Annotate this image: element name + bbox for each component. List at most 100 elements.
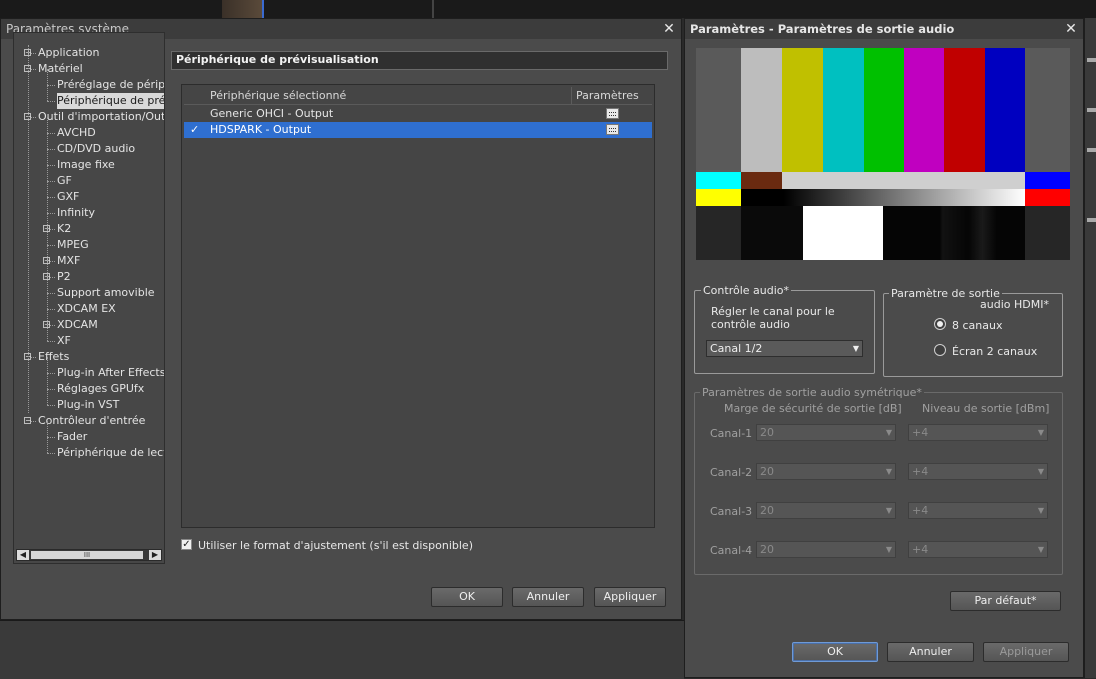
ok-button[interactable]: OK: [431, 587, 503, 607]
chevron-down-icon: ▼: [885, 467, 892, 476]
channel-margin-select[interactable]: 20 ▼: [756, 463, 896, 480]
channel-margin-select[interactable]: 20 ▼: [756, 424, 896, 441]
column-margin-label: Marge de sécurité de sortie [dB]: [724, 402, 902, 415]
tree-item[interactable]: Réglages GPUfx: [57, 381, 146, 397]
settings-tree[interactable]: + Application − Matériel Préréglage de périp…: [13, 32, 165, 564]
tree-item[interactable]: Périphérique de prévis: [57, 93, 164, 109]
tree-item[interactable]: Fader: [57, 429, 89, 445]
tree-item[interactable]: Contrôleur d'entrée: [38, 413, 147, 429]
channel-margin-select[interactable]: 20 ▼: [756, 502, 896, 519]
scroll-left-icon[interactable]: ◀: [17, 550, 29, 560]
tree-item[interactable]: Image fixe: [57, 157, 117, 173]
chevron-down-icon: ▼: [1037, 467, 1044, 476]
tree-item[interactable]: Plug-in VST: [57, 397, 121, 413]
tree-item[interactable]: Préréglage de périphé: [57, 77, 164, 93]
channel-label: Canal-2: [710, 466, 753, 479]
tree-item[interactable]: Application: [38, 45, 101, 61]
audio-control-desc-line1: Régler le canal pour le: [711, 305, 835, 318]
tree-item[interactable]: XDCAM: [57, 317, 100, 333]
tree-item[interactable]: GXF: [57, 189, 81, 205]
chevron-down-icon: ▼: [885, 506, 892, 515]
tree-item[interactable]: Outil d'importation/Outil d': [38, 109, 164, 125]
tree-item[interactable]: Périphérique de lectur: [57, 445, 164, 461]
tree-item[interactable]: MXF: [57, 253, 82, 269]
radio-2-channels[interactable]: [934, 344, 946, 356]
audio-control-desc-line2: contrôle audio: [711, 318, 790, 331]
use-adjust-format-checkbox[interactable]: ✓: [181, 539, 192, 550]
audio-control-group-label: Contrôle audio*: [701, 284, 792, 297]
audio-cancel-button[interactable]: Annuler: [887, 642, 974, 662]
close-icon[interactable]: ✕: [661, 19, 677, 39]
hdmi-output-sub-label: audio HDMI*: [980, 298, 1049, 311]
radio-8-channels[interactable]: [934, 318, 946, 330]
channel-label: Canal-3: [710, 505, 753, 518]
cancel-button[interactable]: Annuler: [512, 587, 584, 607]
tree-item[interactable]: Infinity: [57, 205, 97, 221]
device-row[interactable]: ✓ HDSPARK - Output: [184, 122, 652, 138]
tree-item[interactable]: Matériel: [38, 61, 85, 77]
scroll-right-icon[interactable]: ▶: [149, 550, 161, 560]
audio-control-group: [694, 290, 875, 374]
use-adjust-format-label: Utiliser le format d'ajustement (s'il es…: [198, 539, 473, 552]
channel-level-value: +4: [912, 426, 929, 439]
tree-item[interactable]: XF: [57, 333, 73, 349]
tree-item[interactable]: CD/DVD audio: [57, 141, 137, 157]
apply-button[interactable]: Appliquer: [594, 587, 666, 607]
tree-item[interactable]: XDCAM EX: [57, 301, 118, 317]
channel-margin-select[interactable]: 20 ▼: [756, 541, 896, 558]
channel-label: Canal-4: [710, 544, 753, 557]
device-check-icon: ✓: [190, 123, 200, 136]
audio-channel-value: Canal 1/2: [710, 342, 763, 355]
tree-item[interactable]: P2: [57, 269, 73, 285]
channel-level-select[interactable]: +4 ▼: [908, 541, 1048, 558]
tree-item[interactable]: Effets: [38, 349, 71, 365]
audio-apply-button[interactable]: Appliquer: [983, 642, 1069, 662]
background-timeline-strip: [1084, 18, 1096, 678]
radio-2-channels-label: Écran 2 canaux: [952, 345, 1038, 358]
channel-level-value: +4: [912, 465, 929, 478]
tree-item[interactable]: Plug-in After Effects: [57, 365, 164, 381]
device-settings-icon[interactable]: [606, 124, 619, 135]
chevron-down-icon: ▼: [852, 344, 859, 353]
device-settings-icon[interactable]: [606, 108, 619, 119]
section-title: Périphérique de prévisualisation: [171, 51, 668, 70]
column-level-label: Niveau de sortie [dBm]: [922, 402, 1050, 415]
window-title: Paramètres - Paramètres de sortie audio: [690, 22, 955, 36]
tree-item[interactable]: MPEG: [57, 237, 91, 253]
audio-ok-button[interactable]: OK: [792, 642, 878, 662]
device-name: HDSPARK - Output: [210, 123, 312, 136]
column-header-params[interactable]: Paramètres: [572, 87, 652, 104]
audio-channel-select[interactable]: Canal 1/2 ▼: [706, 340, 863, 357]
channel-level-value: +4: [912, 543, 929, 556]
channel-level-select[interactable]: +4 ▼: [908, 502, 1048, 519]
audio-settings-titlebar: Paramètres - Paramètres de sortie audio …: [685, 19, 1083, 39]
device-list[interactable]: Périphérique sélectionné Paramètres Gene…: [181, 84, 655, 528]
chevron-down-icon: ▼: [1037, 506, 1044, 515]
chevron-down-icon: ▼: [885, 545, 892, 554]
symmetric-output-group-label: Paramètres de sortie audio symétrique*: [700, 386, 924, 399]
channel-margin-value: 20: [760, 504, 774, 517]
scroll-thumb[interactable]: III: [31, 551, 143, 559]
tree-item[interactable]: Support amovible: [57, 285, 157, 301]
channel-level-value: +4: [912, 504, 929, 517]
close-icon[interactable]: ✕: [1063, 19, 1079, 39]
default-button[interactable]: Par défaut*: [950, 591, 1061, 611]
channel-margin-value: 20: [760, 465, 774, 478]
tree-item[interactable]: GF: [57, 173, 74, 189]
chevron-down-icon: ▼: [1037, 428, 1044, 437]
radio-8-channels-label: 8 canaux: [952, 319, 1003, 332]
tree-expander-icon[interactable]: −: [24, 417, 32, 425]
chevron-down-icon: ▼: [1037, 545, 1044, 554]
device-name: Generic OHCI - Output: [210, 107, 334, 120]
chevron-down-icon: ▼: [885, 428, 892, 437]
background-app-strip: [0, 0, 1096, 18]
background-app-panel: [0, 620, 684, 679]
channel-level-select[interactable]: +4 ▼: [908, 424, 1048, 441]
column-header-selected-device[interactable]: Périphérique sélectionné: [206, 87, 572, 104]
channel-level-select[interactable]: +4 ▼: [908, 463, 1048, 480]
channel-margin-value: 20: [760, 543, 774, 556]
device-row[interactable]: Generic OHCI - Output: [184, 106, 652, 122]
tree-item[interactable]: AVCHD: [57, 125, 98, 141]
tree-horizontal-scrollbar[interactable]: ◀ III ▶: [16, 549, 162, 561]
tree-item[interactable]: K2: [57, 221, 73, 237]
